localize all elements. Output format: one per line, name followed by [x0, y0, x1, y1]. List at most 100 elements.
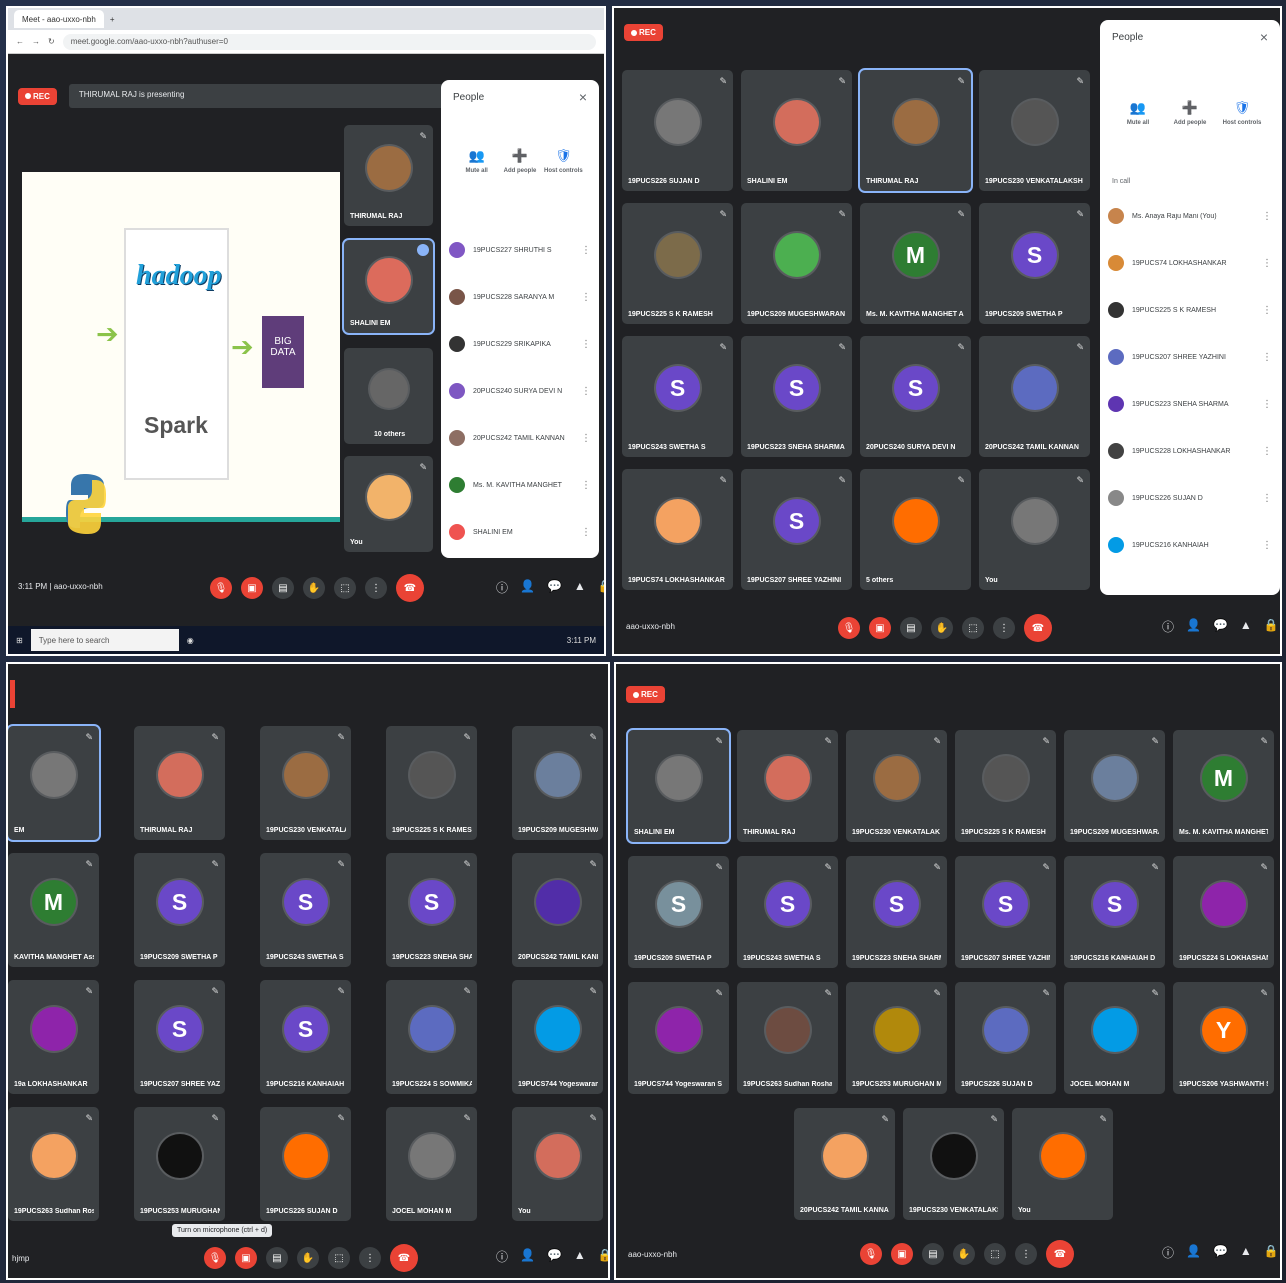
leave-call-button[interactable]: ☎ — [1024, 614, 1052, 642]
participant-tile[interactable]: ✎ 19PUCS226 SUJAN D — [260, 1107, 351, 1221]
people-icon[interactable]: 👤 — [1186, 1244, 1201, 1261]
more-options-icon[interactable]: ⋮ — [581, 480, 591, 491]
participant-tile[interactable]: M ✎ Ms. M. KAVITHA MANGHET — [1173, 730, 1274, 842]
participant-row[interactable]: 19PUCS226 SUJAN D ⋮ — [1108, 486, 1272, 510]
participant-tile[interactable]: M ✎ KAVITHA MANGHET Asst Pr — [8, 853, 99, 967]
participant-tile[interactable]: ✎ SHALINI EM — [626, 728, 731, 844]
participant-tile[interactable]: ✎ 19PUCS230 VENKATALAKSHMI B — [260, 726, 351, 840]
present-icon[interactable]: ⬚ — [962, 617, 984, 639]
hand-icon[interactable]: ✋ — [303, 577, 325, 599]
lock-icon[interactable]: 🔒 — [1264, 1244, 1279, 1261]
participant-row[interactable]: Ms. Anaya Raju Mani (You) ⋮ — [1108, 204, 1272, 228]
participant-tile[interactable]: ✎ You — [979, 469, 1090, 590]
participant-tile[interactable]: ✎ 19PUCS230 VENKATALAK — [846, 730, 947, 842]
participant-tile[interactable]: S ✎ 19PUCS209 SWETHA P — [979, 203, 1090, 324]
participant-tile[interactable]: S ✎ 19PUCS207 SHREE YAZHINI — [741, 469, 852, 590]
browser-tab[interactable]: Meet - aao-uxxo-nbh — [14, 10, 104, 28]
host-controls-button[interactable]: 🛡 Host controls — [1218, 100, 1266, 126]
more-options-icon[interactable]: ⋮ — [365, 577, 387, 599]
participant-tile[interactable]: ✎ 19PUCS224 S LOKHASHANKAR — [1173, 856, 1274, 968]
lock-icon[interactable]: 🔒 — [1264, 618, 1279, 635]
more-options-icon[interactable]: ⋮ — [1262, 540, 1272, 551]
more-options-icon[interactable]: ⋮ — [1262, 493, 1272, 504]
participant-tile[interactable]: ✎ 20PUCS242 TAMIL KANNAN — [979, 336, 1090, 457]
participant-tile[interactable]: S ✎ 19PUCS223 SNEHA SHARMA — [846, 856, 947, 968]
camera-icon[interactable]: ▣ — [241, 577, 263, 599]
camera-icon[interactable]: ▣ — [235, 1247, 257, 1269]
add-people-button[interactable]: ➕ Add people — [498, 148, 541, 174]
more-options-icon[interactable]: ⋮ — [1015, 1243, 1037, 1265]
participant-tile[interactable]: S ✎ 19PUCS216 KANHAIAH D — [260, 980, 351, 1094]
more-options-icon[interactable]: ⋮ — [581, 245, 591, 256]
participant-tile[interactable]: S ✎ 20PUCS240 SURYA DEVI N — [860, 336, 971, 457]
info-icon[interactable]: ⓘ — [1162, 1244, 1174, 1261]
participant-tile[interactable]: ✎ JOCEL MOHAN M — [386, 1107, 477, 1221]
microphone-icon[interactable]: 🎙 — [210, 577, 232, 599]
participant-row[interactable]: 19PUCS227 SHRUTHI S ⋮ — [449, 238, 591, 262]
leave-call-button[interactable]: ☎ — [390, 1244, 418, 1272]
more-options-icon[interactable]: ⋮ — [581, 527, 591, 538]
mute-all-button[interactable]: 👥 Mute all — [1114, 100, 1162, 126]
camera-icon[interactable]: ▣ — [891, 1243, 913, 1265]
participant-row[interactable]: 19PUCS229 SRIKAPIKA ⋮ — [449, 332, 591, 356]
close-icon[interactable]: × — [1260, 29, 1268, 45]
hand-icon[interactable]: ✋ — [953, 1243, 975, 1265]
more-options-icon[interactable]: ⋮ — [581, 339, 591, 350]
participant-tile[interactable]: M ✎ Ms. M. KAVITHA MANGHET A — [860, 203, 971, 324]
captions-icon[interactable]: ▤ — [272, 577, 294, 599]
participant-tile[interactable]: ✎ 20PUCS242 TAMIL KANNAN — [794, 1108, 895, 1220]
participant-tile[interactable]: ✎ 19PUCS230 VENKATALAKSHMI — [979, 70, 1090, 191]
participant-tile[interactable]: ✎ THIRUMAL RAJ — [344, 125, 433, 226]
windows-start-icon[interactable]: ⊞ — [16, 636, 23, 645]
participant-tile[interactable]: ✎ 19PUCS226 SUJAN D — [622, 70, 733, 191]
participant-row[interactable]: 19PUCS225 S K RAMESH ⋮ — [1108, 298, 1272, 322]
participant-tile[interactable]: S ✎ 19PUCS207 SHREE YAZHINI — [134, 980, 225, 1094]
more-options-icon[interactable]: ⋮ — [993, 617, 1015, 639]
lock-icon[interactable]: 🔒 — [598, 579, 604, 596]
microphone-icon[interactable]: 🎙 — [860, 1243, 882, 1265]
participant-tile-active[interactable]: SHALINI EM — [342, 238, 435, 335]
participant-tile[interactable]: S ✎ 19PUCS223 SNEHA SHARMA — [741, 336, 852, 457]
participant-tile[interactable]: ✎ 19PUCS230 VENKATALAKSHMI — [903, 1108, 1004, 1220]
participant-tile[interactable]: ✎ 19PUCS224 S SOWMIKARTH — [386, 980, 477, 1094]
more-options-icon[interactable]: ⋮ — [1262, 446, 1272, 457]
people-icon[interactable]: 👤 — [1186, 618, 1201, 635]
participant-tile[interactable]: ✎ 19PUCS226 SUJAN D — [955, 982, 1056, 1094]
participant-row[interactable]: 19PUCS74 LOKHASHANKAR ⋮ — [1108, 251, 1272, 275]
leave-call-button[interactable]: ☎ — [1046, 1240, 1074, 1268]
participant-tile[interactable]: ✎ SHALINI EM — [741, 70, 852, 191]
participant-row[interactable]: 20PUCS240 SURYA DEVI N ⋮ — [449, 379, 591, 403]
participant-row[interactable]: 20PUCS242 TAMIL KANNAN ⋮ — [449, 426, 591, 450]
present-icon[interactable]: ⬚ — [984, 1243, 1006, 1265]
new-tab-icon[interactable]: + — [110, 15, 115, 24]
participant-tile[interactable]: ✎ 19PUCS225 S K RAMESH — [622, 203, 733, 324]
lock-icon[interactable]: 🔒 — [598, 1248, 608, 1265]
people-icon[interactable]: 👤 — [520, 579, 535, 596]
participant-tile[interactable]: Y ✎ 19PUCS206 YASHWANTH S — [1173, 982, 1274, 1094]
chat-icon[interactable]: 💬 — [547, 1248, 562, 1265]
participant-tile[interactable]: ✎ 19PUCS253 MURUGHAN M — [846, 982, 947, 1094]
info-icon[interactable]: ⓘ — [496, 1248, 508, 1265]
participant-tile[interactable]: ✎ 19PUCS253 MURUGHAN M — [134, 1107, 225, 1221]
participant-tile[interactable]: ✎ 19PUCS225 S K RAMESH — [386, 726, 477, 840]
forward-icon[interactable]: → — [32, 37, 40, 46]
captions-icon[interactable]: ▤ — [922, 1243, 944, 1265]
taskbar-search-input[interactable]: Type here to search — [30, 629, 179, 651]
reload-icon[interactable]: ↻ — [48, 37, 55, 46]
participant-tile[interactable]: ✎ 19PUCS209 MUGESHWARAN M — [512, 726, 603, 840]
participant-tile[interactable]: ✎ 19PUCS209 MUGESHWARAN M — [741, 203, 852, 324]
participant-tile[interactable]: ✎ 19PUCS225 S K RAMESH — [955, 730, 1056, 842]
chat-icon[interactable]: 💬 — [547, 579, 562, 596]
more-options-icon[interactable]: ⋮ — [1262, 305, 1272, 316]
participant-tile[interactable]: ✎ 19PUCS744 Yogeswaran S — [512, 980, 603, 1094]
participant-tile[interactable]: ✎ 19PUCS263 Sudhan Roshan — [737, 982, 838, 1094]
microphone-icon[interactable]: 🎙 — [838, 617, 860, 639]
participant-tile-self[interactable]: ✎ You — [344, 456, 433, 552]
participant-tile[interactable]: ✎ EM — [8, 724, 101, 842]
activities-icon[interactable]: ▲ — [1240, 618, 1252, 635]
activities-icon[interactable]: ▲ — [1240, 1244, 1252, 1261]
participant-tile[interactable]: ✎ 19PUCS744 Yogeswaran S — [628, 982, 729, 1094]
mute-all-button[interactable]: 👥 Mute all — [455, 148, 498, 174]
participant-row[interactable]: 19PUCS223 SNEHA SHARMA ⋮ — [1108, 392, 1272, 416]
participant-tile[interactable]: ✎ You — [1012, 1108, 1113, 1220]
